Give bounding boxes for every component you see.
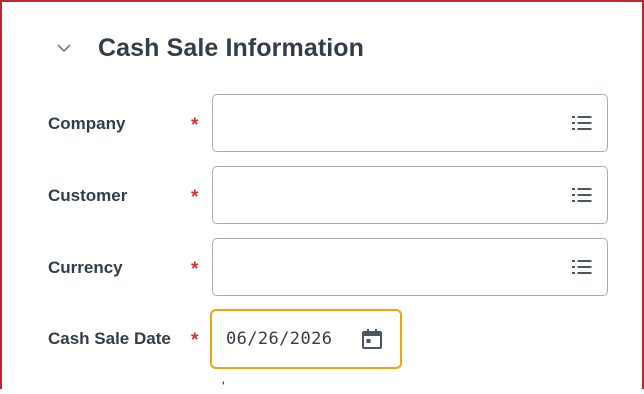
required-marker: *: [191, 114, 199, 136]
required-marker: *: [191, 258, 199, 280]
next-field-fragment: ': [222, 378, 225, 394]
chevron-down-icon[interactable]: [56, 40, 72, 56]
section-title: Cash Sale Information: [98, 33, 365, 62]
cash-sale-date-row: Cash Sale Date * 06/26/2026: [2, 309, 644, 369]
currency-field[interactable]: [212, 238, 608, 296]
customer-label: Customer: [48, 186, 128, 205]
cash-sale-date-label: Cash Sale Date: [48, 329, 171, 348]
customer-field[interactable]: [212, 166, 608, 224]
date-value[interactable]: 06/26/2026: [226, 329, 332, 349]
cash-sale-date-input[interactable]: 06/26/2026: [210, 309, 402, 369]
required-marker: *: [191, 329, 199, 351]
cash-sale-panel: Cash Sale Information Company * Customer…: [0, 0, 644, 394]
customer-row: Customer *: [2, 166, 644, 226]
currency-label: Currency: [48, 258, 123, 277]
section-toggle[interactable]: Cash Sale Information: [56, 28, 364, 68]
company-field[interactable]: [212, 94, 608, 152]
currency-row: Currency *: [2, 238, 644, 298]
required-marker: *: [191, 186, 199, 208]
list-icon[interactable]: [571, 185, 593, 205]
calendar-icon[interactable]: [360, 327, 384, 351]
company-row: Company *: [2, 94, 644, 154]
list-icon[interactable]: [571, 113, 593, 133]
list-icon[interactable]: [571, 257, 593, 277]
company-label: Company: [48, 114, 126, 133]
